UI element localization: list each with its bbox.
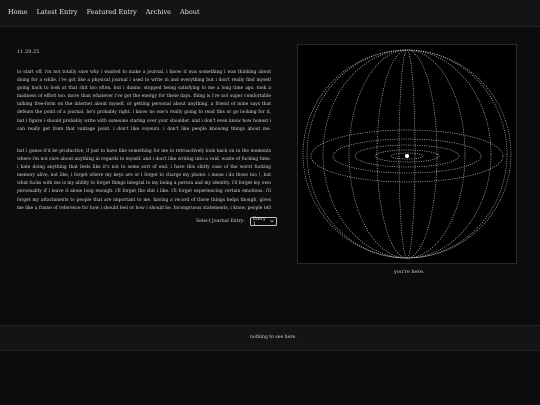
nav-latest-entry-link[interactable]: Latest Entry <box>37 8 78 16</box>
nav-featured-entry-link[interactable]: Featured Entry <box>87 8 137 16</box>
entry-paragraph-1: to start off, i'm not totally sure why i… <box>17 70 271 132</box>
nav-menu: Home Latest Entry Featured Entry Archive… <box>8 8 209 16</box>
entry-select-dropdown[interactable]: Entry 1 <box>249 216 277 227</box>
entry-date: 11.29.25 <box>17 49 40 55</box>
entry-paragraph-2: but i guess it'd be productive, if just … <box>17 149 271 211</box>
entry-selector: Select Journal Entry: Entry 1 <box>196 216 277 227</box>
top-navigation-bar: Home Latest Entry Featured Entry Archive… <box>0 0 540 27</box>
nav-archive-link[interactable]: Archive <box>146 8 171 16</box>
entry-select-label: Select Journal Entry: <box>196 219 245 224</box>
nav-about-link[interactable]: About <box>180 8 200 16</box>
page-footer: nothing to see here. <box>0 325 540 351</box>
nav-home-link[interactable]: Home <box>8 8 28 16</box>
wireframe-sphere-artwork <box>297 44 517 264</box>
chevron-down-icon <box>270 219 274 225</box>
entry-select-value: Entry 1 <box>252 216 266 227</box>
artwork-caption: you're here. <box>394 269 425 275</box>
footer-text: nothing to see here. <box>250 335 297 340</box>
